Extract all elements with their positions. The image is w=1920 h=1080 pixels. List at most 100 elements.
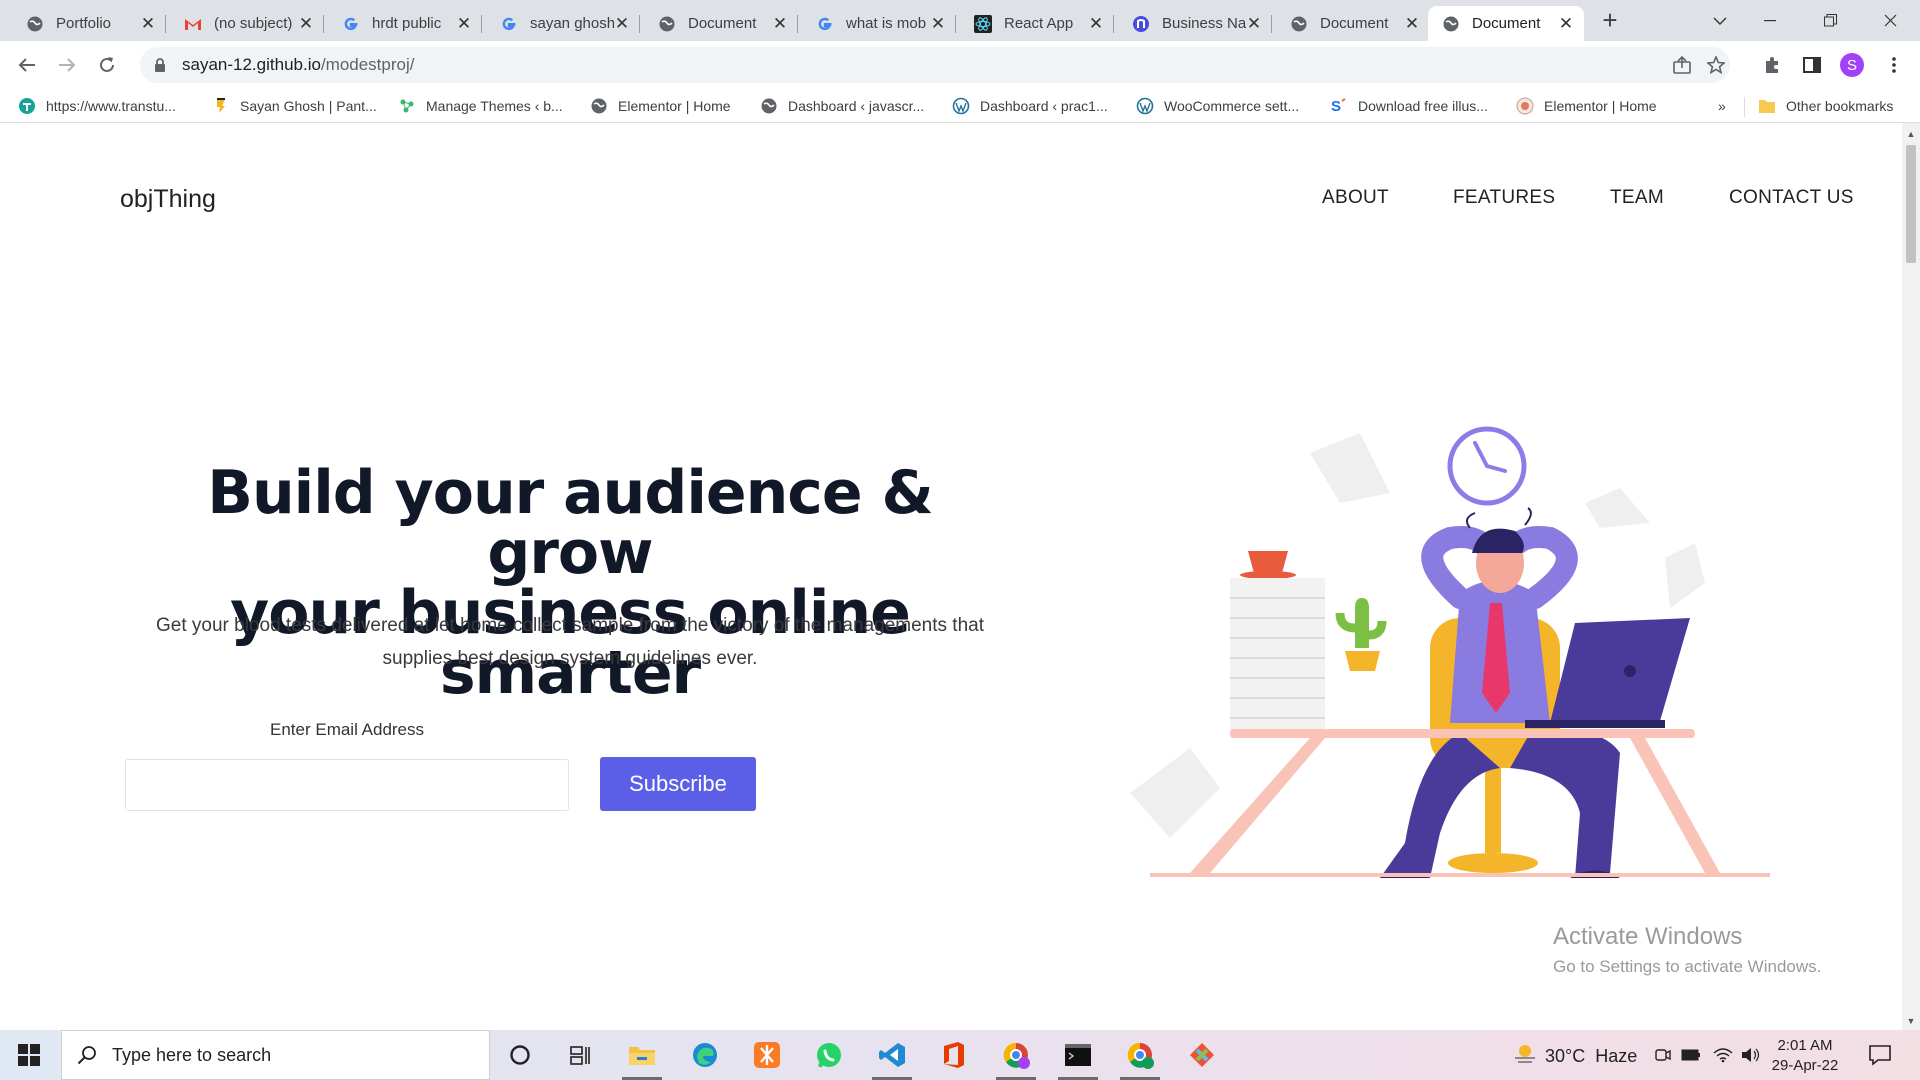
cortana-icon[interactable]	[504, 1039, 536, 1071]
meet-now-icon[interactable]	[1652, 1044, 1674, 1066]
folder-icon	[1758, 97, 1776, 115]
side-panel-icon[interactable]	[1798, 51, 1826, 79]
tab-business-name[interactable]: Business Na ✕	[1118, 6, 1272, 41]
bookmark-item[interactable]: Dashboard ‹ prac1...	[952, 95, 1108, 117]
paper-shape	[1585, 488, 1650, 528]
extensions-icon[interactable]	[1758, 51, 1786, 79]
new-tab-button[interactable]: +	[1597, 7, 1623, 34]
cactus-plant	[1335, 598, 1387, 671]
nav-about[interactable]: ABOUT	[1322, 187, 1389, 209]
close-tab-icon[interactable]: ✕	[614, 15, 630, 32]
kebab-menu-icon[interactable]	[1880, 51, 1908, 79]
tab-title: Document	[688, 15, 757, 32]
url-text: sayan-12.github.io/modestproj/	[182, 55, 414, 75]
bookmarks-overflow-button[interactable]: »	[1718, 95, 1726, 117]
tab-gmail[interactable]: (no subject) ✕	[170, 6, 324, 41]
address-bar[interactable]: sayan-12.github.io/modestproj/	[140, 47, 1730, 83]
scroll-up-icon[interactable]: ▲	[1906, 129, 1916, 139]
whatsapp-icon[interactable]	[813, 1039, 845, 1071]
bookmark-star-icon[interactable]	[1702, 51, 1730, 79]
git-icon[interactable]	[1186, 1039, 1218, 1071]
system-clock[interactable]: 2:01 AM 29-Apr-22	[1770, 1036, 1840, 1076]
close-tab-icon[interactable]: ✕	[1404, 15, 1420, 32]
page-scrollbar[interactable]: ▲ ▼	[1902, 123, 1920, 1030]
google-icon	[342, 15, 360, 33]
volume-icon[interactable]	[1740, 1044, 1762, 1066]
tab-portfolio[interactable]: Portfolio ✕	[12, 6, 166, 41]
reload-icon[interactable]	[93, 51, 121, 79]
scroll-down-icon[interactable]: ▼	[1906, 1016, 1916, 1026]
close-tab-icon[interactable]: ✕	[772, 15, 788, 32]
close-tab-icon[interactable]: ✕	[930, 15, 946, 32]
tab-strip: Portfolio ✕ (no subject) ✕ hrdt public ✕…	[0, 0, 1920, 41]
bookmark-label: https://www.transtu...	[46, 98, 176, 114]
tab-google-sayan[interactable]: sayan ghosh ✕	[486, 6, 640, 41]
close-tab-icon[interactable]: ✕	[456, 15, 472, 32]
close-tab-icon[interactable]: ✕	[298, 15, 314, 32]
nav-team[interactable]: TEAM	[1610, 187, 1664, 209]
terminal-icon[interactable]	[1062, 1039, 1094, 1071]
globe-icon	[760, 97, 778, 115]
weather-widget[interactable]: 30°C Haze	[1513, 1043, 1637, 1070]
bookmark-item[interactable]: Dashboard ‹ javascr...	[760, 95, 924, 117]
minimize-button[interactable]	[1740, 0, 1800, 41]
close-tab-icon[interactable]: ✕	[1558, 15, 1574, 32]
tab-document-2[interactable]: Document ✕	[1276, 6, 1430, 41]
bookmark-item[interactable]: https://www.transtu...	[18, 95, 176, 117]
taskbar-search-box[interactable]: Type here to search	[61, 1030, 490, 1080]
restore-button[interactable]	[1800, 0, 1860, 41]
tab-title: Portfolio	[56, 15, 112, 32]
battery-icon[interactable]	[1680, 1044, 1702, 1066]
xampp-icon[interactable]	[751, 1039, 783, 1071]
notification-center-icon[interactable]	[1868, 1044, 1892, 1066]
nav-contact-us[interactable]: CONTACT US	[1729, 187, 1854, 209]
close-tab-icon[interactable]: ✕	[1246, 15, 1262, 32]
chrome-icon[interactable]	[1124, 1039, 1156, 1071]
bookmark-item[interactable]: S Download free illus...	[1330, 95, 1488, 117]
chrome-profile-icon[interactable]	[1000, 1039, 1032, 1071]
tab-title: Business Na	[1162, 15, 1246, 32]
edge-icon[interactable]	[689, 1039, 721, 1071]
tab-react-app[interactable]: React App ✕	[960, 6, 1114, 41]
windows-start-icon[interactable]	[18, 1044, 40, 1066]
clock-icon	[1447, 426, 1527, 506]
search-placeholder: Type here to search	[112, 1044, 272, 1065]
vscode-icon[interactable]	[876, 1039, 908, 1071]
scroll-thumb[interactable]	[1906, 145, 1916, 263]
tab-document-1[interactable]: Document ✕	[644, 6, 798, 41]
globe-icon	[1290, 15, 1308, 33]
gmail-icon	[184, 15, 202, 33]
tab-document-active[interactable]: Document ✕	[1428, 6, 1584, 41]
desk	[1230, 729, 1695, 738]
close-tab-icon[interactable]: ✕	[140, 15, 156, 32]
weather-text: 30°C Haze	[1545, 1046, 1638, 1066]
bookmark-item[interactable]: Elementor | Home	[1516, 95, 1657, 117]
site-logo[interactable]: objThing	[120, 185, 216, 214]
bookmark-item[interactable]: Manage Themes ‹ b...	[398, 95, 563, 117]
close-tab-icon[interactable]: ✕	[1088, 15, 1104, 32]
back-arrow-icon[interactable]	[13, 51, 41, 79]
lock-icon[interactable]	[150, 57, 170, 73]
task-view-icon[interactable]	[564, 1039, 596, 1071]
tab-google-mob[interactable]: what is mob ✕	[802, 6, 956, 41]
wifi-icon[interactable]	[1712, 1044, 1734, 1066]
coffee-cup-icon	[1248, 551, 1288, 573]
bookmark-item[interactable]: Sayan Ghosh | Pant...	[212, 95, 377, 117]
email-input[interactable]	[125, 759, 569, 811]
other-bookmarks-folder[interactable]: Other bookmarks	[1758, 95, 1893, 117]
share-icon[interactable]	[1668, 51, 1696, 79]
nav-features[interactable]: FEATURES	[1453, 187, 1555, 209]
subscribe-button[interactable]: Subscribe	[600, 757, 756, 811]
office-icon[interactable]	[938, 1039, 970, 1071]
tab-google-hrdt[interactable]: hrdt public ✕	[328, 6, 482, 41]
file-explorer-icon[interactable]	[626, 1039, 658, 1071]
bookmark-item[interactable]: WooCommerce sett...	[1136, 95, 1299, 117]
watermark-subtitle: Go to Settings to activate Windows.	[1553, 957, 1822, 976]
profile-avatar[interactable]: S	[1838, 51, 1866, 79]
other-bookmarks-label: Other bookmarks	[1786, 98, 1894, 114]
haze-weather-icon	[1513, 1043, 1537, 1070]
elementor-icon	[1516, 97, 1534, 115]
forward-arrow-icon[interactable]	[53, 51, 81, 79]
close-window-button[interactable]	[1860, 0, 1920, 41]
bookmark-item[interactable]: Elementor | Home	[590, 95, 731, 117]
